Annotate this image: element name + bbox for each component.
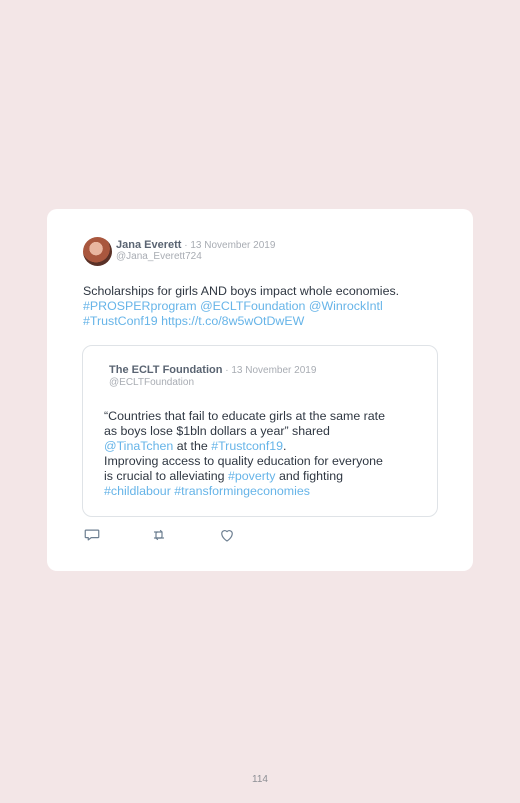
quoted-text-line: Improving access to quality education fo… [104, 454, 383, 468]
quoted-tweet-text: “Countries that fail to educate girls at… [104, 409, 424, 499]
quoted-date[interactable]: 13 November 2019 [231, 365, 316, 376]
quoted-text-fragment: is crucial to alleviating [104, 469, 228, 483]
reply-icon[interactable] [83, 526, 101, 544]
page-number: 114 [252, 774, 268, 785]
quoted-text-line: “Countries that fail to educate girls at… [104, 409, 385, 423]
quoted-hashtag-line: #childlabour #transformingeconomies [104, 484, 424, 499]
retweet-icon[interactable] [150, 526, 168, 544]
quoted-date-separator: · [222, 365, 232, 376]
tweet-link-line: #PROSPERprogram @ECLTFoundation @Winrock… [83, 299, 443, 314]
quoted-author-name[interactable]: The ECLT Foundation [109, 364, 222, 376]
date-separator: · [181, 240, 191, 251]
author-handle[interactable]: @Jana_Everett724 [116, 251, 202, 263]
short-url-link[interactable]: https://t.co/8w5wOtDwEW [161, 314, 304, 328]
quoted-hashtag-line: is crucial to alleviating #poverty and f… [104, 469, 424, 484]
hashtag-childlabour-link[interactable]: #childlabour [104, 484, 171, 498]
quoted-text-fragment: . [283, 439, 287, 453]
hashtag-prosper-link[interactable]: #PROSPERprogram [83, 299, 197, 313]
quoted-text-fragment: at the [173, 439, 212, 453]
hashtag-trustconf-link[interactable]: #TrustConf19 [83, 314, 158, 328]
tweet-text: Scholarships for girls AND boys impact w… [83, 284, 443, 329]
tweet-text-line: Scholarships for girls AND boys impact w… [83, 284, 400, 298]
heart-icon[interactable] [218, 526, 236, 544]
quoted-author-line: The ECLT Foundation · 13 November 2019 [109, 364, 316, 377]
hashtag-poverty-link[interactable]: #poverty [228, 469, 276, 483]
mention-eclt-link[interactable]: @ECLTFoundation [200, 299, 305, 313]
quoted-author-handle[interactable]: @ECLTFoundation [109, 377, 194, 389]
hashtag-trustconf-link[interactable]: #Trustconf19 [211, 439, 283, 453]
mention-tina-link[interactable]: @TinaTchen [104, 439, 173, 453]
tweet-link-line: #TrustConf19 https://t.co/8w5wOtDwEW [83, 314, 443, 329]
quoted-tweet-card[interactable]: The ECLT Foundation · 13 November 2019 @… [82, 345, 438, 517]
quoted-mention-line: @TinaTchen at the #Trustconf19. [104, 439, 424, 454]
tweet-actions [83, 526, 253, 544]
tweet-date[interactable]: 13 November 2019 [190, 240, 275, 251]
quoted-text-fragment: and fighting [275, 469, 344, 483]
hashtag-transforming-link[interactable]: #transformingeconomies [174, 484, 310, 498]
mention-winrock-link[interactable]: @WinrockIntl [309, 299, 383, 313]
author-name[interactable]: Jana Everett [116, 239, 181, 251]
avatar[interactable] [83, 237, 112, 266]
quoted-text-line: as boys lose $1bln dollars a year” share… [104, 424, 330, 438]
tweet-card: Jana Everett · 13 November 2019 @Jana_Ev… [47, 209, 473, 571]
